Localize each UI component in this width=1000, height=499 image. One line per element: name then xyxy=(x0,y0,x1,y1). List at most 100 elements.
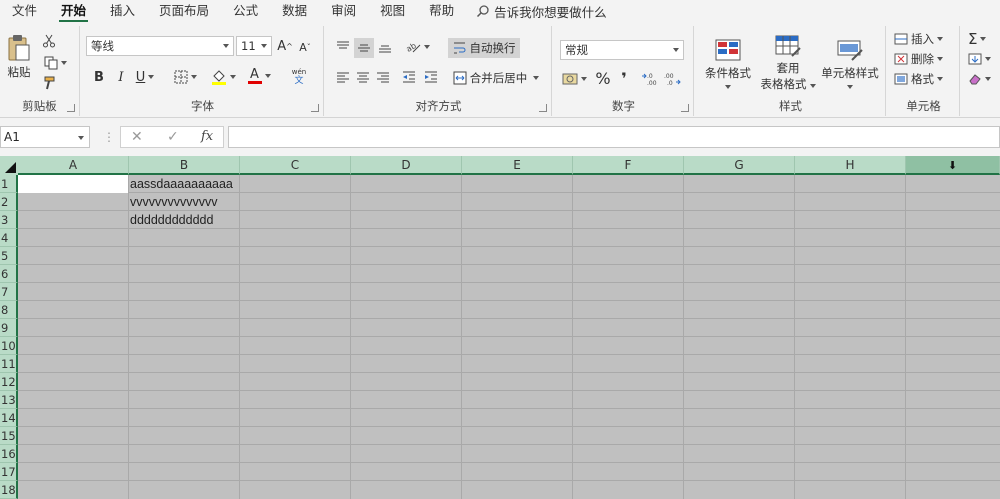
format-cells-button[interactable]: 格式 xyxy=(894,70,956,88)
cut-button[interactable] xyxy=(40,32,58,50)
gridline xyxy=(18,282,1000,283)
column-header-b[interactable]: B xyxy=(129,156,240,175)
cell-b2[interactable]: vvvvvvvvvvvvvv xyxy=(130,193,218,211)
dialog-launcher-icon[interactable] xyxy=(539,104,547,112)
tell-me-search[interactable]: 告诉我你想要做什么 xyxy=(466,2,607,21)
increase-indent-button[interactable] xyxy=(422,68,440,86)
align-middle-button[interactable] xyxy=(354,38,374,58)
confirm-entry-icon[interactable]: ✓ xyxy=(167,129,179,145)
column-header-g[interactable]: G xyxy=(684,156,795,175)
borders-button[interactable] xyxy=(170,68,200,86)
paste-button[interactable]: 粘贴 xyxy=(4,30,34,84)
shrink-font-button[interactable]: Aˇ xyxy=(296,38,314,56)
svg-text:.00: .00 xyxy=(664,73,674,80)
phonetic-guide-button[interactable]: wén 文 xyxy=(282,66,316,88)
fill-color-button[interactable] xyxy=(208,68,238,86)
tab-file[interactable]: 文件 xyxy=(0,0,49,22)
column-header-a[interactable]: A xyxy=(18,156,129,175)
tab-help[interactable]: 帮助 xyxy=(417,0,466,22)
tab-page-layout[interactable]: 页面布局 xyxy=(147,0,221,22)
autosum-button[interactable]: Σ xyxy=(968,30,996,48)
font-name-dropdown[interactable]: 等线 xyxy=(86,36,234,56)
row-header-6[interactable]: 6 xyxy=(0,265,18,283)
align-left-button[interactable] xyxy=(334,68,352,86)
tab-insert[interactable]: 插入 xyxy=(98,0,147,22)
cell-b3[interactable]: dddddddddddd xyxy=(130,211,213,229)
fill-down-icon xyxy=(968,53,982,65)
number-format-dropdown[interactable]: 常规 xyxy=(560,40,684,60)
bold-button[interactable]: B xyxy=(90,68,108,86)
cell-b1[interactable]: aassdaaaaaaaaaa xyxy=(130,175,233,193)
increase-decimal-button[interactable]: .0.00 xyxy=(640,70,660,88)
row-header-7[interactable]: 7 xyxy=(0,283,18,301)
row-header-3[interactable]: 3 xyxy=(0,211,18,229)
gridline xyxy=(794,175,795,499)
formula-input[interactable] xyxy=(228,126,1000,148)
tab-data[interactable]: 数据 xyxy=(270,0,319,22)
column-header-i[interactable]: ⬇ xyxy=(906,156,1000,175)
clear-button[interactable] xyxy=(968,70,996,88)
tab-review[interactable]: 审阅 xyxy=(319,0,368,22)
decrease-indent-button[interactable] xyxy=(400,68,418,86)
row-header-8[interactable]: 8 xyxy=(0,301,18,319)
fill-button[interactable] xyxy=(968,50,996,68)
accounting-format-button[interactable] xyxy=(560,70,588,88)
row-header-1[interactable]: 1 xyxy=(0,175,18,193)
formula-bar-resize-handle[interactable]: ⋮ xyxy=(103,130,115,144)
underline-button[interactable]: U xyxy=(132,68,158,86)
dialog-launcher-icon[interactable] xyxy=(681,104,689,112)
cancel-entry-icon[interactable]: ✕ xyxy=(131,129,143,145)
column-header-h[interactable]: H xyxy=(795,156,906,175)
decrease-decimal-button[interactable]: .00.0 xyxy=(662,70,682,88)
grow-font-button[interactable]: A ^ xyxy=(276,37,294,55)
align-top-button[interactable] xyxy=(334,38,352,56)
row-header-2[interactable]: 2 xyxy=(0,193,18,211)
cell-styles-button[interactable]: 单元格样式 xyxy=(818,32,882,94)
orientation-button[interactable]: ab xyxy=(402,38,432,56)
merge-center-button[interactable]: 合并后居中 xyxy=(450,68,542,88)
row-header-12[interactable]: 12 xyxy=(0,373,18,391)
conditional-formatting-button[interactable]: 条件格式 xyxy=(700,32,756,94)
row-header-17[interactable]: 17 xyxy=(0,463,18,481)
row-header-4[interactable]: 4 xyxy=(0,229,18,247)
format-as-table-label-2: 表格格式 xyxy=(761,76,816,92)
column-header-f[interactable]: F xyxy=(573,156,684,175)
delete-cells-button[interactable]: 删除 xyxy=(894,50,956,68)
percent-button[interactable]: % xyxy=(594,68,612,88)
tab-home[interactable]: 开始 xyxy=(49,0,98,23)
row-header-13[interactable]: 13 xyxy=(0,391,18,409)
align-bottom-button[interactable] xyxy=(376,38,394,56)
row-header-14[interactable]: 14 xyxy=(0,409,18,427)
dialog-launcher-icon[interactable] xyxy=(67,104,75,112)
copy-button[interactable] xyxy=(40,54,70,72)
column-header-d[interactable]: D xyxy=(351,156,462,175)
column-header-e[interactable]: E xyxy=(462,156,573,175)
row-header-18[interactable]: 18 xyxy=(0,481,18,499)
column-header-c[interactable]: C xyxy=(240,156,351,175)
format-as-table-button[interactable]: 套用 表格格式 xyxy=(758,32,818,94)
gridline xyxy=(350,175,351,499)
dialog-launcher-icon[interactable] xyxy=(311,104,319,112)
name-box[interactable]: A1 xyxy=(0,126,90,148)
align-center-button[interactable] xyxy=(354,68,372,86)
font-color-button[interactable]: A xyxy=(244,66,274,86)
format-painter-button[interactable] xyxy=(40,74,58,92)
row-header-11[interactable]: 11 xyxy=(0,355,18,373)
insert-function-icon[interactable]: fx xyxy=(201,129,213,144)
row-header-5[interactable]: 5 xyxy=(0,247,18,265)
row-header-9[interactable]: 9 xyxy=(0,319,18,337)
active-cell-a1[interactable] xyxy=(18,175,128,193)
row-header-10[interactable]: 10 xyxy=(0,337,18,355)
font-size-dropdown[interactable]: 11 xyxy=(236,36,272,56)
row-header-16[interactable]: 16 xyxy=(0,445,18,463)
insert-cells-button[interactable]: 插入 xyxy=(894,30,956,48)
tab-view[interactable]: 视图 xyxy=(368,0,417,22)
align-right-button[interactable] xyxy=(374,68,392,86)
tab-formulas[interactable]: 公式 xyxy=(221,0,270,22)
comma-style-button[interactable]: ❜ xyxy=(616,68,632,88)
wrap-text-button[interactable]: 自动换行 xyxy=(448,38,520,58)
select-all-button[interactable] xyxy=(0,156,18,175)
worksheet-grid[interactable]: A B C D E F G H ⬇ 1 2 3 4 5 6 7 8 9 10 1… xyxy=(0,156,1000,499)
row-header-15[interactable]: 15 xyxy=(0,427,18,445)
italic-button[interactable]: I xyxy=(112,68,130,86)
